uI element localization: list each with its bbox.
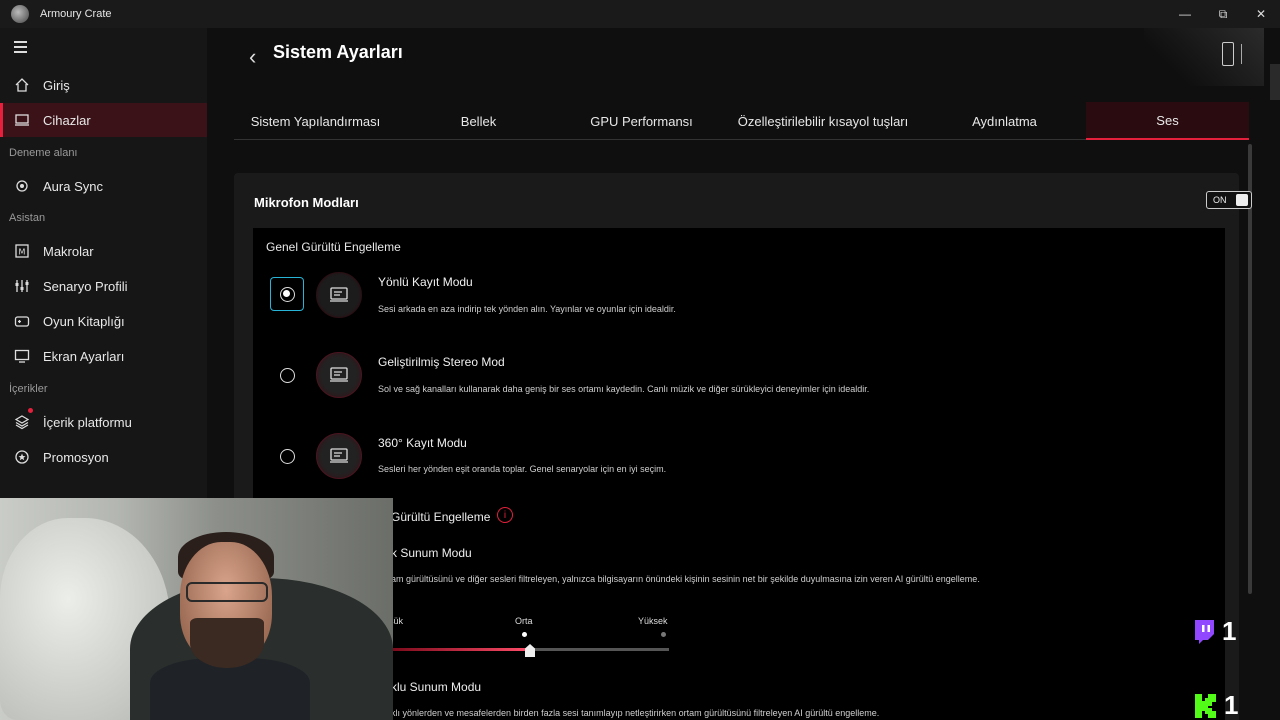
device-switch-icon[interactable]: [1144, 28, 1264, 86]
kick-count: 1: [1224, 690, 1239, 720]
minimize-button[interactable]: —: [1166, 0, 1204, 28]
section-assistant: Asistan: [9, 212, 46, 224]
mode-name: Geliştirilmiş Stereo Mod: [378, 355, 505, 369]
scenario-icon: [13, 277, 31, 295]
mic-modes-toggle[interactable]: ON: [1206, 191, 1252, 209]
sidebar-item-home[interactable]: Giriş: [0, 68, 207, 102]
directional-mode-icon: [316, 272, 362, 318]
ai-mode-desc: am gürültüsünü ve diğer sesleri filtrele…: [391, 574, 980, 584]
tab-gpu-performance[interactable]: GPU Performansı: [560, 102, 723, 140]
slider-fill: [391, 648, 530, 651]
noise-cancel-box: Genel Gürültü Engelleme Yönlü Kayıt Modu…: [253, 228, 1225, 720]
scrollbar[interactable]: [1248, 144, 1252, 594]
info-icon[interactable]: i: [497, 507, 513, 523]
gamepad-icon: [13, 312, 31, 330]
tab-memory[interactable]: Bellek: [397, 102, 560, 140]
sidebar-item-content-platform[interactable]: İçerik platformu: [0, 405, 207, 439]
mode-radio-directional[interactable]: [270, 277, 304, 311]
mode-desc: Sesleri her yönden eşit oranda toplar. G…: [378, 464, 667, 474]
tab-lighting[interactable]: Aydınlatma: [923, 102, 1086, 140]
ai-noise-title: Gürültü Engelleme: [391, 510, 491, 524]
app-title: Armoury Crate: [40, 8, 112, 20]
tab-hotkeys[interactable]: Özelleştirilebilir kısayol tuşları: [723, 102, 923, 140]
sidebar-item-label: Cihazlar: [43, 112, 91, 128]
macro-icon: M: [13, 242, 31, 260]
home-icon: [13, 76, 31, 94]
ai-mode-desc: klı yönlerden ve mesafelerden birden faz…: [391, 708, 880, 718]
level-dot-high: [661, 632, 666, 637]
webcam-overlay: [0, 498, 393, 720]
sidebar-item-devices[interactable]: Cihazlar: [0, 103, 207, 137]
aura-icon: [13, 177, 31, 195]
section-contents: İçerikler: [9, 383, 48, 395]
side-scroll-handle[interactable]: [1270, 64, 1280, 100]
level-high-label: Yüksek: [638, 616, 668, 626]
slider-thumb[interactable]: [525, 644, 535, 657]
sidebar-item-label: Oyun Kitaplığı: [43, 313, 125, 329]
page-title: Sistem Ayarları: [273, 42, 403, 62]
tab-bar: Sistem Yapılandırması Bellek GPU Perform…: [234, 102, 1249, 140]
mode-desc: Sol ve sağ kanalları kullanarak daha gen…: [378, 384, 870, 394]
laptop-icon: [13, 111, 31, 129]
sidebar-item-display-settings[interactable]: Ekran Ayarları: [0, 339, 207, 373]
sidebar-item-label: Senaryo Profili: [43, 278, 128, 294]
sidebar-item-promotion[interactable]: Promosyon: [0, 440, 207, 474]
kick-badge: 1: [1194, 690, 1238, 720]
twitch-count: 1: [1222, 616, 1237, 646]
tab-audio[interactable]: Ses: [1086, 102, 1249, 140]
360-mode-icon: [316, 433, 362, 479]
sidebar-item-macros[interactable]: M Makrolar: [0, 234, 207, 268]
close-button[interactable]: ✕: [1242, 0, 1280, 28]
section-trial: Deneme alanı: [9, 147, 78, 159]
mode-radio-360[interactable]: [270, 439, 304, 473]
sidebar-item-label: Aura Sync: [43, 178, 103, 194]
toggle-state-label: ON: [1213, 195, 1227, 205]
sidebar-item-aura-sync[interactable]: Aura Sync: [0, 169, 207, 203]
mode-name: Yönlü Kayıt Modu: [378, 275, 473, 289]
mic-modes-title: Mikrofon Modları: [254, 195, 359, 210]
mode-name: 360° Kayıt Modu: [378, 436, 467, 450]
layers-icon: [13, 413, 31, 431]
back-arrow-icon[interactable]: ‹: [249, 44, 256, 70]
hamburger-menu-icon[interactable]: [14, 41, 27, 56]
monitor-icon: [13, 347, 31, 365]
sidebar-item-scenario-profile[interactable]: Senaryo Profili: [0, 269, 207, 303]
sidebar-item-label: İçerik platformu: [43, 414, 132, 430]
maximize-button[interactable]: ⧉: [1204, 0, 1242, 28]
mode-desc: Sesi arkada en aza indirip tek yönden al…: [378, 304, 676, 314]
svg-text:M: M: [19, 248, 26, 257]
badge-icon: [13, 448, 31, 466]
twitch-badge: 1: [1192, 616, 1236, 647]
twitch-icon: [1195, 619, 1214, 644]
rog-logo-icon: [11, 5, 29, 23]
mode-radio-stereo[interactable]: [270, 358, 304, 392]
ai-mode-name: k Sunum Modu: [391, 546, 472, 560]
title-bar: Armoury Crate — ⧉ ✕: [0, 0, 1280, 28]
sidebar-item-game-library[interactable]: Oyun Kitaplığı: [0, 304, 207, 338]
sidebar-item-label: Makrolar: [43, 243, 94, 259]
level-medium-label: Orta: [515, 616, 533, 626]
general-noise-title: Genel Gürültü Engelleme: [266, 240, 401, 254]
sidebar-item-label: Giriş: [43, 77, 70, 93]
tab-system-config[interactable]: Sistem Yapılandırması: [234, 102, 397, 140]
sidebar-item-label: Ekran Ayarları: [43, 348, 125, 364]
kick-icon: [1195, 693, 1216, 718]
ai-mode-name: klu Sunum Modu: [391, 680, 482, 694]
level-dot-medium: [522, 632, 527, 637]
stereo-mode-icon: [316, 352, 362, 398]
sidebar-item-label: Promosyon: [43, 449, 109, 465]
